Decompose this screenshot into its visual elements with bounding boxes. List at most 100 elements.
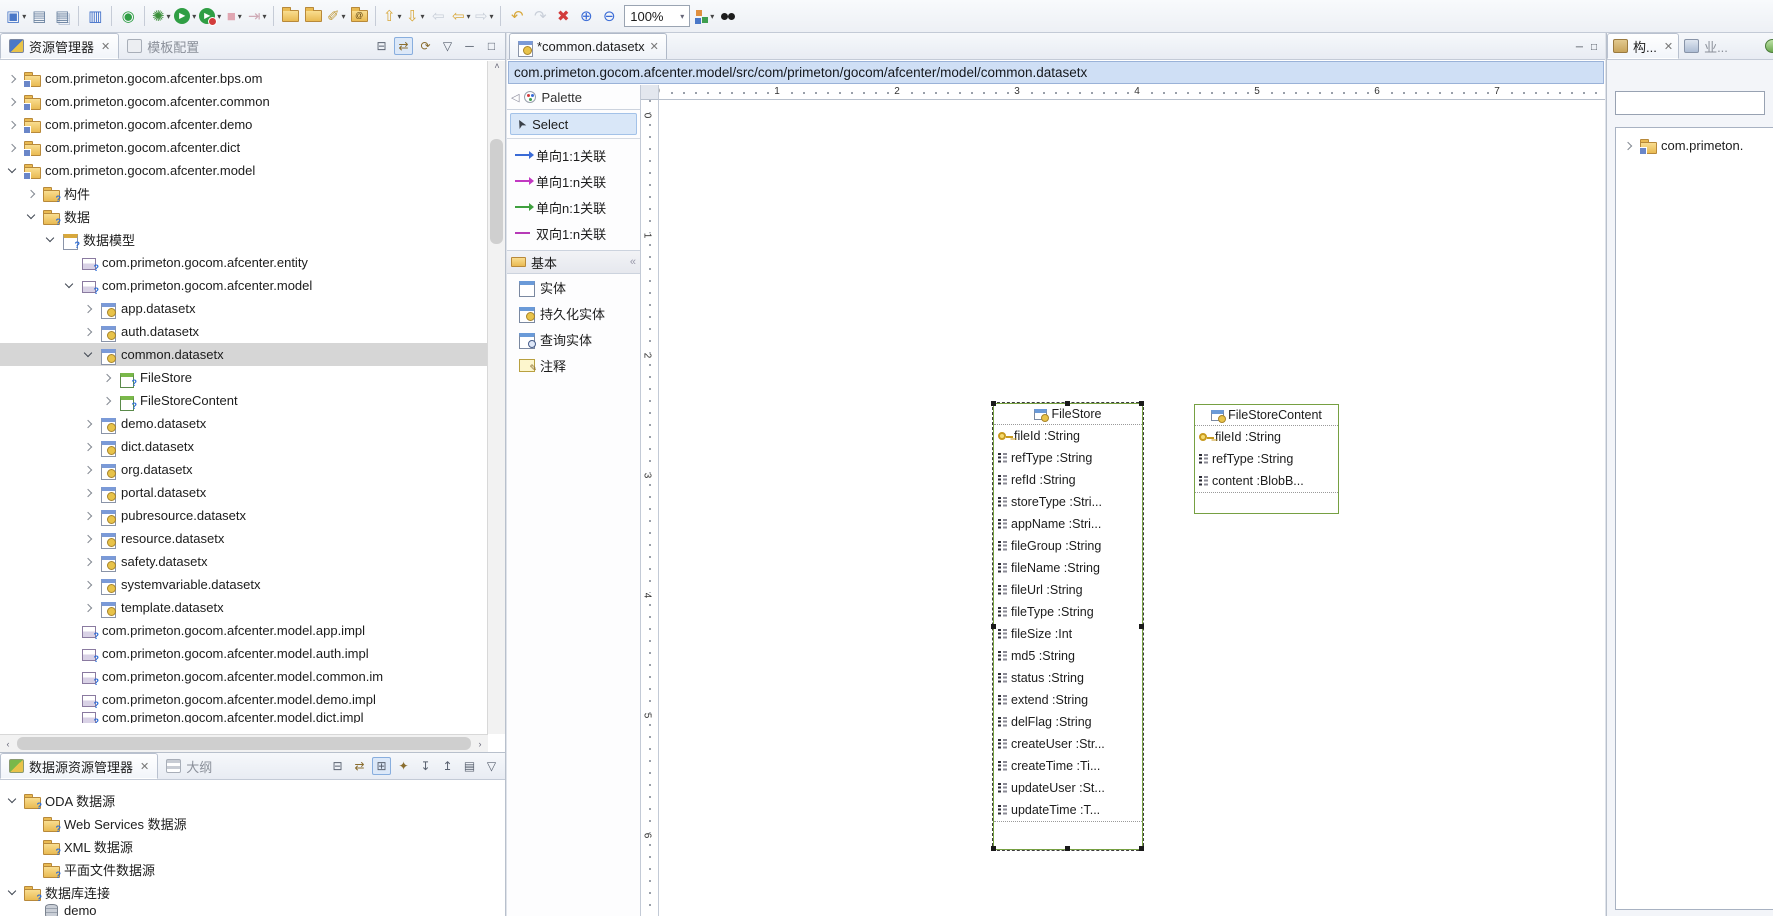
toolbar-layout-button[interactable]: ▾ <box>694 4 716 29</box>
entity-field-fileGroup[interactable]: fileGroup :String <box>994 535 1142 557</box>
tree-item-com.primeton.gocom.afcenter.model[interactable]: ?com.primeton.gocom.afcenter.model <box>0 274 488 297</box>
expander-icon[interactable] <box>84 442 92 450</box>
dropdown-arrow-icon[interactable]: ▾ <box>166 12 170 21</box>
toolbar-zoom-combo-button[interactable]: 100%▾ <box>624 5 690 27</box>
horizontal-scrollbar[interactable]: ‹› <box>0 734 488 752</box>
tree-item-safety.datasetx[interactable]: safety.datasetx <box>0 550 488 573</box>
selection-handle[interactable] <box>991 846 996 851</box>
entity-field-fileName[interactable]: fileName :String <box>994 557 1142 579</box>
expander-icon[interactable] <box>8 120 16 128</box>
expander-icon[interactable] <box>8 795 16 803</box>
toolbar-nav-back-button[interactable]: ⇦▾ <box>450 4 472 29</box>
tree-item-auth.datasetx[interactable]: auth.datasetx <box>0 320 488 343</box>
dropdown-arrow-icon[interactable]: ▾ <box>263 12 267 21</box>
toolbar-nav-forward-button[interactable]: ⇨▾ <box>473 4 495 29</box>
minimize-icon[interactable]: ─ <box>1576 42 1583 53</box>
tree-item-demo.datasetx[interactable]: demo.datasetx <box>0 412 488 435</box>
expander-icon[interactable] <box>1624 141 1632 149</box>
maximize-icon[interactable]: □ <box>1591 42 1597 53</box>
expander-icon[interactable] <box>84 488 92 496</box>
dropdown-arrow-icon[interactable]: ▾ <box>421 12 425 21</box>
toolbar-open-folder-button[interactable] <box>302 4 324 29</box>
expander-icon[interactable] <box>84 349 92 357</box>
palette-tool-relation-3[interactable]: 单向n:1关联 <box>507 194 640 220</box>
palette-header[interactable]: ◁ Palette <box>507 85 640 110</box>
expander-icon[interactable] <box>84 327 92 335</box>
tree-item-数据模型[interactable]: ?数据模型 <box>0 228 488 251</box>
selection-handle[interactable] <box>1065 846 1070 851</box>
palette-tool-entity[interactable]: 实体 <box>507 274 640 300</box>
entity-field-extend[interactable]: extend :String <box>994 689 1142 711</box>
dropdown-arrow-icon[interactable]: ▾ <box>238 12 242 21</box>
entity-field-createUser[interactable]: createUser :Str... <box>994 733 1142 755</box>
diagram-canvas[interactable]: FileStorefileId :StringrefType :Stringre… <box>660 100 1605 916</box>
tab-template-config[interactable]: 模板配置 <box>119 33 207 59</box>
vertical-scrollbar[interactable]: ˄ <box>487 61 505 734</box>
tree-item-resource.datasetx[interactable]: resource.datasetx <box>0 527 488 550</box>
entity-title[interactable]: FileStore <box>994 404 1142 425</box>
tab-business[interactable]: 业... <box>1679 33 1733 59</box>
tree-item-com.primeton.gocom.afcenter.common[interactable]: com.primeton.gocom.afcenter.common <box>0 90 488 113</box>
tree-item-com.primeton.gocom.afcenter.model.app.impl[interactable]: ?com.primeton.gocom.afcenter.model.app.i… <box>0 619 488 642</box>
tree-item-org.datasetx[interactable]: org.datasetx <box>0 458 488 481</box>
toolbar-zoom-in-button[interactable]: ⊕ <box>575 4 597 29</box>
collapse-all-icon[interactable]: ⊟ <box>372 37 391 55</box>
palette-tool-relation-2[interactable]: 单向1:n关联 <box>507 168 640 194</box>
expander-icon[interactable] <box>8 74 16 82</box>
refresh-icon[interactable]: ⟳ <box>416 37 435 55</box>
expander-icon[interactable] <box>84 603 92 611</box>
entity-field-content[interactable]: content :BlobB... <box>1195 470 1338 492</box>
entity-field-fileId[interactable]: fileId :String <box>994 425 1142 447</box>
entity-field-updateTime[interactable]: updateTime :T... <box>994 799 1142 821</box>
tree-item-com.primeton.[interactable]: com.primeton. <box>1616 134 1773 157</box>
tree-item-template.datasetx[interactable]: template.datasetx <box>0 596 488 619</box>
close-icon[interactable]: ✕ <box>1664 40 1673 53</box>
selection-handle[interactable] <box>1139 401 1144 406</box>
tree-item-xml-数据源[interactable]: ?XML 数据源 <box>0 835 505 858</box>
entity-filestorecontent[interactable]: FileStoreContentfileId :StringrefType :S… <box>1194 404 1339 514</box>
dropdown-arrow-icon[interactable]: ▾ <box>342 12 346 21</box>
selection-handle[interactable] <box>1139 846 1144 851</box>
tree-item-portal.datasetx[interactable]: portal.datasetx <box>0 481 488 504</box>
link-with-editor-icon[interactable]: ⇄ <box>394 37 413 55</box>
minimize-icon[interactable]: ─ <box>460 37 479 55</box>
toolbar-console-button[interactable]: ▥ <box>84 4 106 29</box>
selection-handle[interactable] <box>1065 401 1070 406</box>
entity-field-fileSize[interactable]: fileSize :Int <box>994 623 1142 645</box>
view-menu-icon[interactable]: ▽ <box>482 757 501 775</box>
editor-tab-common-datasetx[interactable]: *common.datasetx ✕ <box>509 33 667 59</box>
dropdown-arrow-icon[interactable]: ▾ <box>490 12 494 21</box>
tab-datasource-explorer[interactable]: 数据源资源管理器 ✕ <box>0 753 158 779</box>
entity-field-status[interactable]: status :String <box>994 667 1142 689</box>
tree-item-构件[interactable]: ?构件 <box>0 182 488 205</box>
close-icon[interactable]: ✕ <box>650 40 659 53</box>
new-connection-icon[interactable]: ✦ <box>394 757 413 775</box>
expander-icon[interactable] <box>8 887 16 895</box>
tree-item-com.primeton.gocom.afcenter.model.dict.impl[interactable]: ?com.primeton.gocom.afcenter.model.dict.… <box>0 711 488 723</box>
selection-handle[interactable] <box>1139 624 1144 629</box>
tree-item-filestore[interactable]: ?FileStore <box>0 366 488 389</box>
dropdown-arrow-icon[interactable]: ▾ <box>192 12 196 21</box>
entity-title[interactable]: FileStoreContent <box>1195 405 1338 426</box>
tree-item-数据库连接[interactable]: ?数据库连接 <box>0 881 505 904</box>
expander-icon[interactable] <box>27 211 35 219</box>
entity-field-refId[interactable]: refId :String <box>994 469 1142 491</box>
expander-icon[interactable] <box>84 557 92 565</box>
entity-filestore[interactable]: FileStorefileId :StringrefType :Stringre… <box>993 403 1143 850</box>
palette-tool-select[interactable]: ➤ Select <box>510 113 637 135</box>
tree-item-app.datasetx[interactable]: app.datasetx <box>0 297 488 320</box>
expander-icon[interactable] <box>103 373 111 381</box>
link-with-editor-icon[interactable]: ⇄ <box>350 757 369 775</box>
partial-tab-icon[interactable] <box>1765 39 1773 53</box>
palette-tool-relation-4[interactable]: 双向1:n关联 <box>507 220 640 246</box>
expander-icon[interactable] <box>8 143 16 151</box>
toolbar-power-button[interactable]: ◉ <box>117 4 139 29</box>
tree-item-common.datasetx[interactable]: common.datasetx <box>0 343 488 366</box>
expander-icon[interactable] <box>84 304 92 312</box>
palette-group-basic[interactable]: 基本 « <box>507 250 640 274</box>
collapse-all-icon[interactable]: ⊟ <box>328 757 347 775</box>
toolbar-stop-button[interactable]: ■▾ <box>223 4 245 29</box>
toolbar-step-button[interactable]: ⇥▾ <box>246 4 268 29</box>
toolbar-debug-button[interactable]: ✺▾ <box>150 4 172 29</box>
entity-field-fileId[interactable]: fileId :String <box>1195 426 1338 448</box>
